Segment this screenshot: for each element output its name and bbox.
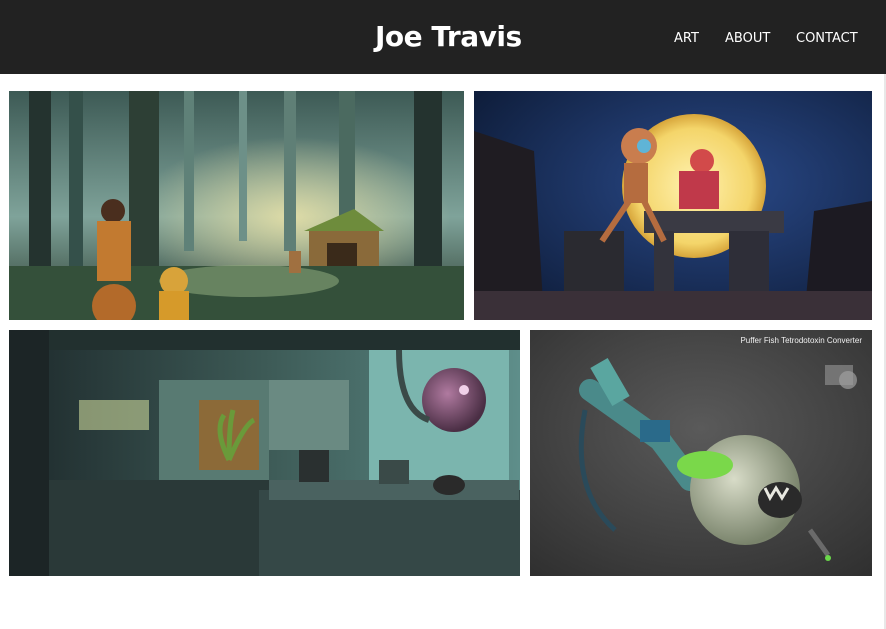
nav-link-about[interactable]: ABOUT <box>725 31 770 46</box>
tile-caption: Puffer Fish Tetrodotoxin Converter <box>740 336 862 345</box>
moon-robots-image <box>474 91 872 320</box>
forest-scene-image <box>9 91 464 320</box>
nav-link-contact[interactable]: CONTACT <box>796 31 858 46</box>
pufferfish-device-image <box>530 330 872 576</box>
laboratory-scene-image <box>9 330 520 576</box>
nav-link-art[interactable]: ART <box>674 31 699 46</box>
gallery-tile-moon[interactable] <box>474 91 872 320</box>
site-header: Joe Travis ART ABOUT CONTACT <box>0 0 886 74</box>
gallery-tile-forest[interactable] <box>9 91 464 320</box>
gallery-tile-laboratory[interactable] <box>9 330 520 576</box>
gallery-tile-pufferfish[interactable]: Puffer Fish Tetrodotoxin Converter <box>530 330 872 576</box>
main-nav: ART ABOUT CONTACT <box>0 31 886 49</box>
